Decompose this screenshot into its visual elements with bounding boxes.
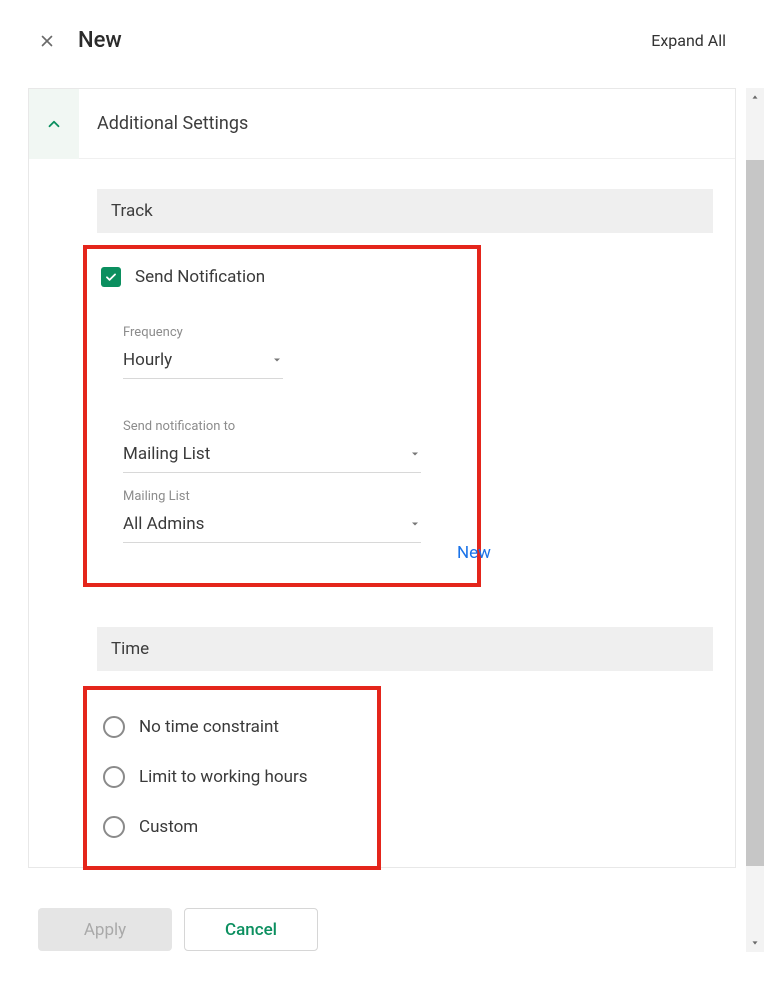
cancel-button[interactable]: Cancel xyxy=(184,908,318,951)
radio-no-constraint-label: No time constraint xyxy=(139,717,279,737)
scroll-thumb[interactable] xyxy=(746,160,764,866)
accordion-title: Additional Settings xyxy=(97,113,248,134)
radio-limit-working-label: Limit to working hours xyxy=(139,767,308,787)
section-banner-time: Time xyxy=(97,627,713,671)
frequency-field: Frequency Hourly xyxy=(123,325,477,379)
dropdown-icon xyxy=(409,445,421,464)
close-icon[interactable] xyxy=(38,32,56,50)
scroll-up-icon[interactable] xyxy=(746,88,764,106)
apply-button: Apply xyxy=(38,908,172,951)
scrollbar[interactable] xyxy=(746,88,764,952)
radio-custom-label: Custom xyxy=(139,817,198,837)
send-notification-checkbox-row[interactable]: Send Notification xyxy=(101,267,477,287)
send-to-field: Send notification to Mailing List xyxy=(123,419,477,473)
radio-limit-working-hours[interactable]: Limit to working hours xyxy=(103,752,377,802)
mailing-list-value: All Admins xyxy=(123,514,204,534)
send-notification-checkbox[interactable] xyxy=(101,267,121,287)
dropdown-icon xyxy=(409,515,421,534)
radio-icon xyxy=(103,766,125,788)
frequency-value: Hourly xyxy=(123,350,172,370)
send-to-label: Send notification to xyxy=(123,419,477,434)
radio-custom[interactable]: Custom xyxy=(103,802,377,852)
section-banner-track: Track xyxy=(97,189,713,233)
mailing-list-label: Mailing List xyxy=(123,489,477,504)
accordion-body: Track Send Notification Frequency Hourly xyxy=(29,159,735,870)
accordion-collapse-icon xyxy=(29,89,79,159)
mailing-list-select[interactable]: All Admins xyxy=(123,510,421,543)
send-notification-label: Send Notification xyxy=(135,267,265,287)
radio-icon xyxy=(103,816,125,838)
frequency-select[interactable]: Hourly xyxy=(123,346,283,379)
accordion-header[interactable]: Additional Settings xyxy=(29,89,735,159)
dialog-header: New Expand All xyxy=(0,0,764,77)
header-left: New xyxy=(38,28,122,53)
radio-no-time-constraint[interactable]: No time constraint xyxy=(103,702,377,752)
radio-icon xyxy=(103,716,125,738)
frequency-label: Frequency xyxy=(123,325,477,340)
highlight-box-time: No time constraint Limit to working hour… xyxy=(83,686,381,870)
send-to-select[interactable]: Mailing List xyxy=(123,440,421,473)
send-to-value: Mailing List xyxy=(123,444,210,464)
footer-actions: Apply Cancel xyxy=(38,908,318,951)
page-title: New xyxy=(78,28,122,53)
mailing-list-field: Mailing List All Admins xyxy=(123,489,477,543)
scroll-down-icon[interactable] xyxy=(746,934,764,952)
highlight-box-track: Send Notification Frequency Hourly Send … xyxy=(83,245,481,587)
dropdown-icon xyxy=(271,351,283,370)
expand-all-link[interactable]: Expand All xyxy=(651,31,726,50)
content-panel: Additional Settings Track Send Notificat… xyxy=(28,88,736,868)
new-mailing-list-link[interactable]: New xyxy=(457,543,491,563)
